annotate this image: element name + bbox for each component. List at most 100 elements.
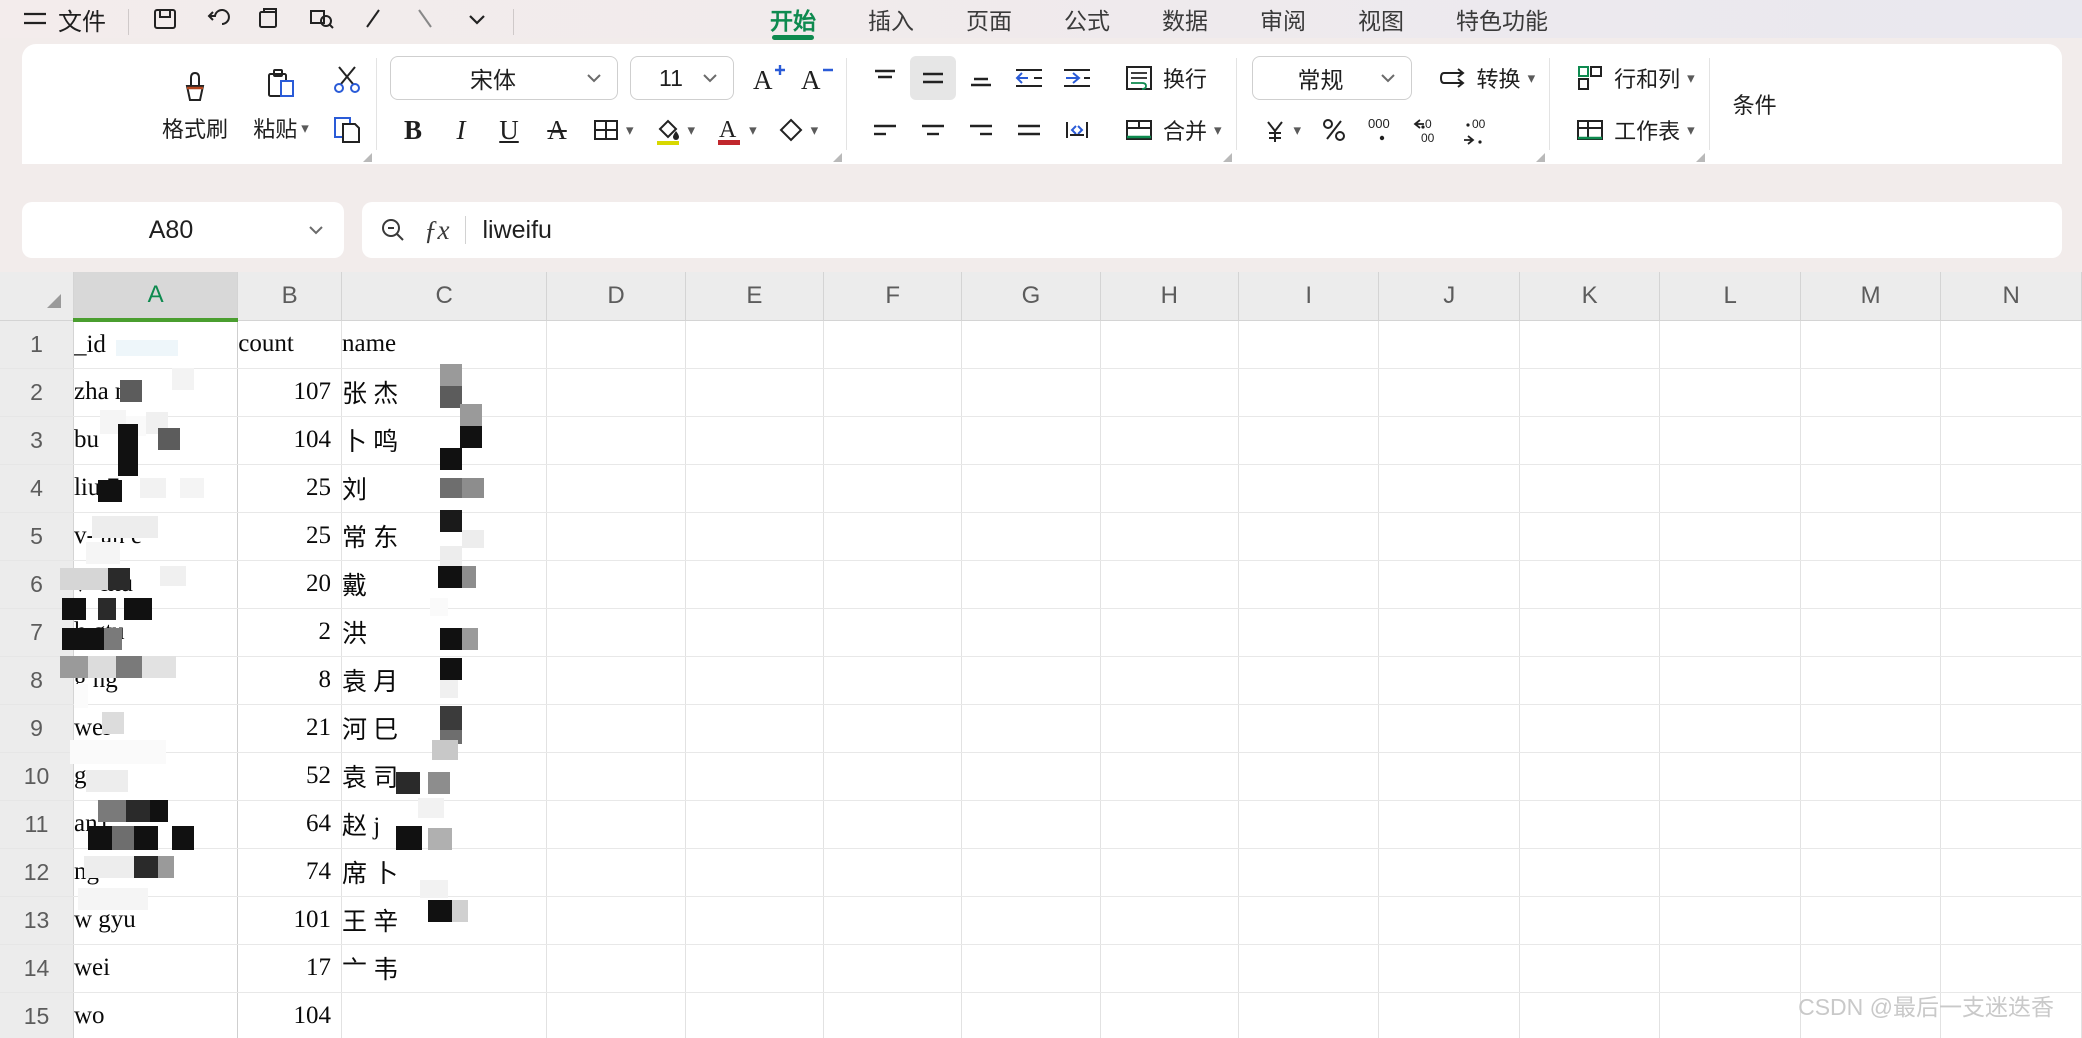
cell-K14[interactable] — [1519, 944, 1661, 993]
cell-K4[interactable] — [1519, 464, 1661, 513]
cell-K5[interactable] — [1519, 512, 1661, 561]
cell-J13[interactable] — [1378, 896, 1520, 945]
cell-I2[interactable] — [1238, 368, 1380, 417]
search-function-icon[interactable] — [378, 215, 408, 245]
cell-C1[interactable]: name — [341, 320, 548, 369]
worksheet-button[interactable]: 工作表 ▾ — [1565, 108, 1703, 152]
cell-A3[interactable]: bu — [73, 416, 239, 465]
cell-F15[interactable] — [823, 992, 963, 1038]
cell-H14[interactable] — [1100, 944, 1239, 993]
cell-D4[interactable] — [546, 464, 686, 513]
cell-K15[interactable] — [1519, 992, 1661, 1038]
cell-C2[interactable]: 张 杰 — [341, 368, 548, 417]
row-header-6[interactable]: 6 — [0, 560, 74, 609]
row-header-9[interactable]: 9 — [0, 704, 74, 753]
cell-I14[interactable] — [1238, 944, 1380, 993]
tab-insert[interactable]: 插入 — [842, 0, 940, 38]
tab-formula[interactable]: 公式 — [1038, 0, 1136, 38]
cell-J9[interactable] — [1378, 704, 1520, 753]
cell-J14[interactable] — [1378, 944, 1520, 993]
cell-E2[interactable] — [685, 368, 824, 417]
column-header-L[interactable]: L — [1659, 272, 1801, 321]
cell-F11[interactable] — [823, 800, 963, 849]
cell-C4[interactable]: 刘 — [341, 464, 548, 513]
cell-G8[interactable] — [961, 656, 1101, 705]
cell-G10[interactable] — [961, 752, 1101, 801]
row-header-8[interactable]: 8 — [0, 656, 74, 705]
italic-button[interactable]: I — [438, 108, 484, 152]
cell-H10[interactable] — [1100, 752, 1239, 801]
cell-A15[interactable]: wo — [73, 992, 239, 1038]
cell-H2[interactable] — [1100, 368, 1239, 417]
cell-M5[interactable] — [1800, 512, 1942, 561]
cell-L15[interactable] — [1659, 992, 1801, 1038]
cell-E6[interactable] — [685, 560, 824, 609]
cell-G12[interactable] — [961, 848, 1101, 897]
cell-D10[interactable] — [546, 752, 686, 801]
column-header-B[interactable]: B — [237, 272, 342, 321]
cell-A13[interactable]: w gyu — [73, 896, 239, 945]
tab-view[interactable]: 视图 — [1332, 0, 1430, 38]
row-header-4[interactable]: 4 — [0, 464, 74, 513]
cell-H4[interactable] — [1100, 464, 1239, 513]
cell-K13[interactable] — [1519, 896, 1661, 945]
cell-I10[interactable] — [1238, 752, 1380, 801]
cell-L8[interactable] — [1659, 656, 1801, 705]
borders-button[interactable]: ▾ — [582, 108, 642, 152]
cell-D7[interactable] — [546, 608, 686, 657]
cell-C15[interactable] — [341, 992, 548, 1038]
paste-button[interactable]: 粘贴 ▾ — [238, 52, 324, 156]
column-header-J[interactable]: J — [1378, 272, 1520, 321]
cell-D12[interactable] — [546, 848, 686, 897]
paste-chevron-down-icon[interactable]: ▾ — [301, 121, 309, 136]
clear-format-button[interactable]: ▾ — [767, 108, 827, 152]
cell-F8[interactable] — [823, 656, 963, 705]
cell-C12[interactable]: 席 卜 — [341, 848, 548, 897]
cell-I3[interactable] — [1238, 416, 1380, 465]
cell-D5[interactable] — [546, 512, 686, 561]
cell-I13[interactable] — [1238, 896, 1380, 945]
cell-G5[interactable] — [961, 512, 1101, 561]
row-header-11[interactable]: 11 — [0, 800, 74, 849]
borders-chevron-down-icon[interactable]: ▾ — [626, 123, 634, 138]
row-header-12[interactable]: 12 — [0, 848, 74, 897]
cell-I15[interactable] — [1238, 992, 1380, 1038]
cell-H1[interactable] — [1100, 320, 1239, 369]
rows-columns-button[interactable]: 行和列 ▾ — [1565, 56, 1703, 100]
cell-N5[interactable] — [1940, 512, 2082, 561]
cell-G3[interactable] — [961, 416, 1101, 465]
column-header-C[interactable]: C — [341, 272, 548, 321]
fill-color-chevron-down-icon[interactable]: ▾ — [688, 123, 696, 138]
cell-C6[interactable]: 戴 — [341, 560, 548, 609]
cell-E5[interactable] — [685, 512, 824, 561]
cell-B12[interactable]: 74 — [237, 848, 342, 897]
cell-A4[interactable]: liu 7 — [73, 464, 239, 513]
tab-review[interactable]: 审阅 — [1234, 0, 1332, 38]
cell-K6[interactable] — [1519, 560, 1661, 609]
cell-N1[interactable] — [1940, 320, 2082, 369]
cell-I8[interactable] — [1238, 656, 1380, 705]
cell-L14[interactable] — [1659, 944, 1801, 993]
decrease-indent-button[interactable] — [1006, 56, 1052, 100]
font-size-select[interactable]: 11 — [630, 56, 734, 100]
save-icon[interactable] — [139, 0, 191, 38]
cell-N10[interactable] — [1940, 752, 2082, 801]
cell-F5[interactable] — [823, 512, 963, 561]
copy-button[interactable] — [324, 108, 370, 152]
column-header-N[interactable]: N — [1940, 272, 2082, 321]
cell-D13[interactable] — [546, 896, 686, 945]
column-header-E[interactable]: E — [685, 272, 824, 321]
cell-B15[interactable]: 104 — [237, 992, 342, 1038]
cell-I7[interactable] — [1238, 608, 1380, 657]
cell-L12[interactable] — [1659, 848, 1801, 897]
row-header-14[interactable]: 14 — [0, 944, 74, 993]
cell-A8[interactable]: g ng — [73, 656, 239, 705]
cell-C10[interactable]: 袁 司 — [341, 752, 548, 801]
bold-button[interactable]: B — [390, 108, 436, 152]
cell-D11[interactable] — [546, 800, 686, 849]
cell-G4[interactable] — [961, 464, 1101, 513]
cell-L4[interactable] — [1659, 464, 1801, 513]
currency-chevron-down-icon[interactable]: ▾ — [1294, 123, 1302, 138]
row-header-5[interactable]: 5 — [0, 512, 74, 561]
tab-page[interactable]: 页面 — [940, 0, 1038, 38]
